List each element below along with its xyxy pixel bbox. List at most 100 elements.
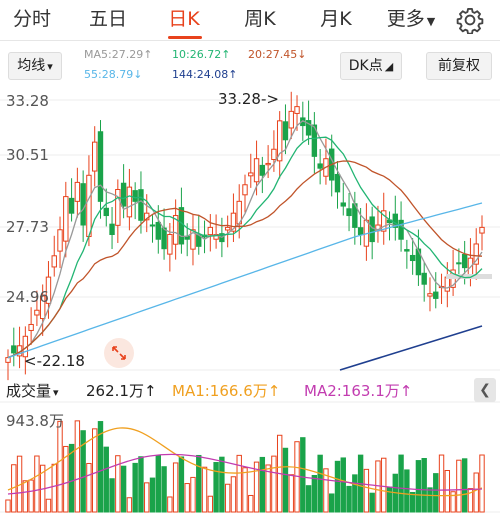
expand-icon[interactable] — [104, 338, 134, 368]
candle-body — [294, 106, 300, 114]
volume-bar — [230, 476, 237, 513]
candles — [5, 91, 492, 381]
candle-body — [369, 216, 375, 243]
candle-body — [132, 190, 138, 202]
volume-header: 成交量 ▾ 262.1万↑ MA1:166.6万↑ MA2:163.1万↑ ❮ — [0, 376, 500, 402]
candle-body — [346, 208, 352, 217]
volume-title: 成交量 — [6, 382, 52, 400]
ma10-line — [7, 136, 483, 359]
candle-body — [207, 226, 214, 236]
volume-bar — [479, 454, 485, 513]
candle-body — [63, 196, 69, 242]
volume-bar — [109, 478, 115, 513]
kline-chart[interactable] — [0, 0, 500, 515]
volume-bar — [138, 456, 144, 513]
candle-body — [271, 148, 277, 161]
volume-bar — [352, 474, 358, 513]
volume-bar — [126, 497, 133, 513]
volume-bar — [155, 455, 161, 513]
volume-bar — [340, 457, 346, 513]
volume-bar — [369, 492, 375, 513]
volume-bar — [184, 483, 190, 513]
candle-body — [28, 323, 34, 331]
volume-bar — [473, 472, 479, 513]
candle-body — [288, 110, 294, 129]
candle-body — [427, 293, 433, 297]
candle-body — [259, 164, 266, 176]
volume-bar — [132, 462, 138, 513]
ma5-line — [7, 120, 483, 359]
volume-bar — [421, 458, 427, 513]
volume-bar — [461, 458, 468, 513]
volume-bar — [196, 454, 202, 513]
volume-bar — [317, 454, 323, 513]
volume-bar — [282, 447, 289, 513]
volume-bar — [92, 428, 98, 513]
candle-body — [282, 121, 289, 141]
volume-bar — [404, 469, 410, 513]
candle-body — [11, 345, 17, 354]
candle-body — [68, 197, 75, 214]
candle-body — [444, 276, 451, 292]
candle-body — [92, 141, 98, 172]
candle-body — [138, 189, 144, 221]
candle-body — [5, 357, 11, 363]
volume-bar — [213, 462, 219, 513]
volume-bar — [346, 485, 352, 513]
volume-bar — [224, 483, 231, 513]
caret-down-icon: ▾ — [53, 386, 59, 399]
volume-bar — [74, 420, 81, 513]
ma-lines — [7, 120, 483, 371]
candle-body — [57, 229, 63, 252]
volume-bar — [178, 456, 185, 513]
candle-body — [398, 219, 404, 240]
candle-body — [334, 173, 341, 193]
volume-bar — [288, 474, 294, 513]
volume-bar — [207, 495, 214, 513]
candle-body — [265, 162, 271, 166]
volume-ma2: MA2:163.1万↑ — [304, 382, 413, 400]
volume-bar — [409, 491, 416, 513]
volume-value: 262.1万↑ — [86, 382, 157, 400]
volume-bar — [305, 485, 312, 513]
volume-axis-max: 943.8万 — [6, 412, 64, 430]
volume-bar — [433, 473, 439, 513]
price-axis-label: 24.96 — [6, 288, 49, 306]
volume-bar — [271, 455, 277, 513]
volume-bar — [45, 498, 52, 513]
candle-body — [126, 186, 133, 218]
candle-body — [167, 233, 173, 255]
price-axis-label: 33.28 — [6, 92, 49, 110]
volume-bar — [86, 462, 92, 513]
volume-bar — [438, 454, 445, 513]
collapse-panel-button[interactable]: ❮ — [474, 378, 496, 402]
volume-bar — [415, 460, 422, 513]
volume-bar — [311, 474, 318, 513]
volume-bar — [201, 466, 208, 513]
volume-bar — [248, 494, 254, 513]
candle-body — [74, 181, 81, 202]
candle-body — [149, 224, 156, 227]
candle-body — [103, 207, 109, 217]
volume-bar — [28, 479, 34, 513]
high-price-annotation: 33.28-> — [218, 90, 279, 108]
candle-body — [161, 227, 167, 250]
volume-bar — [363, 468, 370, 513]
candle-body — [155, 221, 161, 240]
candle-body — [248, 172, 254, 177]
volume-bar — [381, 457, 387, 513]
volume-bar — [57, 420, 63, 513]
volume-bar — [456, 459, 462, 513]
price-axis-label: 27.73 — [6, 218, 49, 236]
candle-body — [253, 158, 260, 183]
candle-body — [34, 309, 40, 316]
current-price-band — [446, 274, 492, 279]
volume-bar — [34, 455, 40, 513]
volume-bar — [172, 462, 179, 513]
volume-bar — [242, 467, 248, 513]
candle-body — [86, 174, 92, 238]
volume-bar — [427, 487, 433, 513]
volume-select[interactable]: 成交量 ▾ — [6, 380, 59, 401]
candle-body — [340, 202, 346, 207]
volume-bar — [149, 477, 156, 513]
